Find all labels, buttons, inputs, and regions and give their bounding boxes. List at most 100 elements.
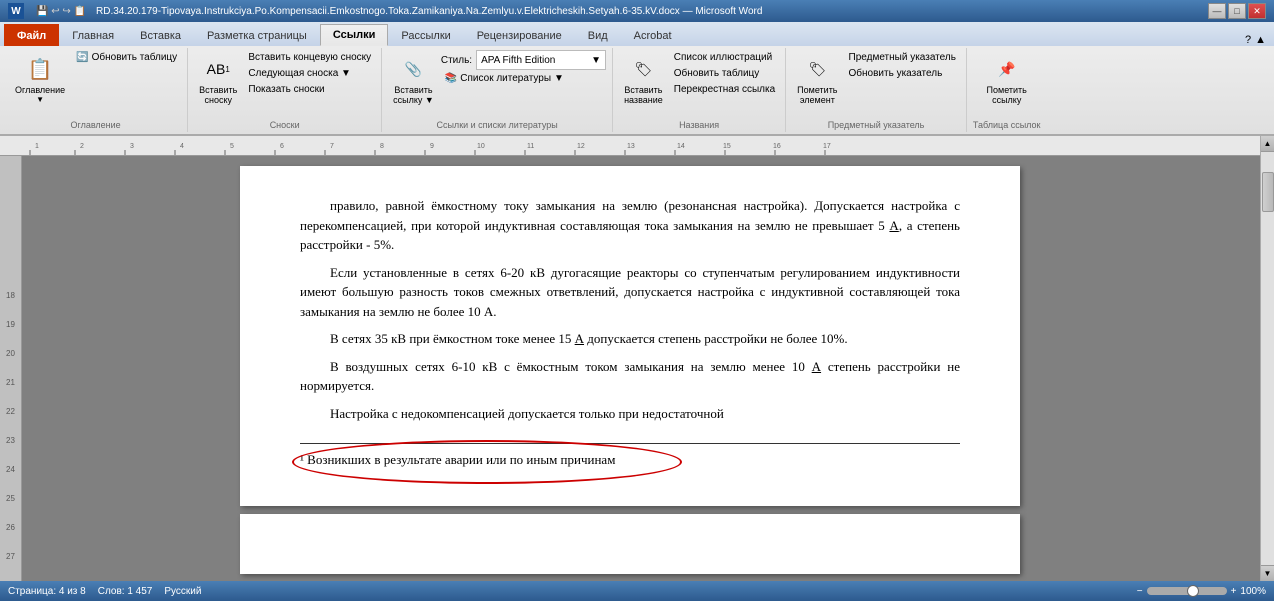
mark-citation-btn[interactable]: 📌 Пометитьссылку <box>982 50 1032 108</box>
center-content: 1 2 3 4 5 6 7 8 9 <box>0 136 1260 581</box>
zoom-level: 100% <box>1240 586 1266 597</box>
update-table-label: Обновить таблицу <box>92 52 178 63</box>
minimize-button[interactable]: — <box>1208 3 1226 19</box>
margin-num-23: 23 <box>6 436 15 445</box>
ribbon-group-toc: 📋 Оглавление ▼ 🔄 Обновить таблицу Оглавл… <box>4 48 188 132</box>
citations-group-content: 📎 Вставитьссылку ▼ Стиль: APA Fifth Edit… <box>388 50 606 118</box>
svg-text:4: 4 <box>180 143 184 150</box>
update-captions-label: Обновить таблицу <box>674 68 760 79</box>
cross-reference-label: Перекрестная ссылка <box>674 84 775 95</box>
title-text: RD.34.20.179-Tipovaya.Instrukciya.Po.Kom… <box>96 6 762 17</box>
style-dropdown[interactable]: APA Fifth Edition ▼ <box>476 50 606 70</box>
endnote-label: Вставить концевую сноску <box>248 52 371 63</box>
tab-review[interactable]: Рецензирование <box>464 24 575 46</box>
show-notes-btn[interactable]: Показать сноски <box>244 82 375 97</box>
svg-text:17: 17 <box>823 143 831 150</box>
scroll-down-button[interactable]: ▼ <box>1261 565 1274 581</box>
ribbon-group-citation-table: 📌 Пометитьссылку Таблица ссылок <box>967 48 1047 132</box>
mark-entry-btn[interactable]: 🏷 Пометитьэлемент <box>792 50 842 108</box>
margin-num-19: 19 <box>6 320 15 329</box>
svg-text:11: 11 <box>527 143 534 150</box>
mark-entry-icon: 🏷 <box>801 53 833 85</box>
scroll-thumb[interactable] <box>1262 172 1274 212</box>
citation-table-group-content: 📌 Пометитьссылку <box>982 50 1032 118</box>
ribbon-tabs: Файл Главная Вставка Разметка страницы С… <box>0 22 1274 46</box>
svg-text:5: 5 <box>230 143 234 150</box>
help-button[interactable]: ? <box>1245 34 1251 46</box>
zoom-slider[interactable] <box>1147 587 1227 595</box>
update-table-icon: 🔄 <box>76 52 88 63</box>
close-button[interactable]: ✕ <box>1248 3 1266 19</box>
insert-footnote-big-btn[interactable]: AB1 Вставитьсноску <box>194 50 242 108</box>
title-bar: W 💾 ↩ ↪ 📋 RD.34.20.179-Tipovaya.Instrukc… <box>0 0 1274 22</box>
update-table-btn[interactable]: 🔄 Обновить таблицу <box>72 50 181 65</box>
update-index-label: Обновить указатель <box>849 68 943 79</box>
margin-num-20: 20 <box>6 349 15 358</box>
bibliography-label: Список литературы <box>460 73 551 84</box>
zoom-out-button[interactable]: − <box>1137 586 1143 597</box>
maximize-button[interactable]: □ <box>1228 3 1246 19</box>
toc-dropdown-icon: ▼ <box>36 95 44 104</box>
subject-index-label: Предметный указатель <box>849 52 956 63</box>
ruler: 1 2 3 4 5 6 7 8 9 <box>0 136 1260 156</box>
svg-text:6: 6 <box>280 143 284 150</box>
mark-entry-label: Пометитьэлемент <box>797 85 837 105</box>
footnotes-group-content: AB1 Вставитьсноску Вставить концевую сно… <box>194 50 375 118</box>
captions-group-content: 🏷 Вставитьназвание Список иллюстраций Об… <box>619 50 779 118</box>
scroll-up-button[interactable]: ▲ <box>1261 136 1274 152</box>
insert-endnote-btn[interactable]: Вставить концевую сноску <box>244 50 375 65</box>
style-row: Стиль: APA Fifth Edition ▼ <box>441 50 606 70</box>
show-notes-label: Показать сноски <box>248 84 324 95</box>
footnotes-small-btns: Вставить концевую сноску Следующая сноск… <box>244 50 375 97</box>
para-3: В сетях 35 кВ при ёмкостном токе менее 1… <box>300 329 960 349</box>
tab-references[interactable]: Ссылки <box>320 24 389 46</box>
footnote-icon: AB1 <box>202 53 234 85</box>
title-bar-controls[interactable]: — □ ✕ <box>1208 3 1266 19</box>
svg-text:3: 3 <box>130 143 134 150</box>
zoom-thumb[interactable] <box>1187 585 1199 597</box>
ribbon-group-captions: 🏷 Вставитьназвание Список иллюстраций Об… <box>613 48 786 132</box>
tab-file[interactable]: Файл <box>4 24 59 46</box>
tab-page-layout[interactable]: Разметка страницы <box>194 24 320 46</box>
main-layout: 18 19 20 21 22 23 24 25 26 27 1 2 3 <box>0 136 1274 581</box>
captions-small-btns: Список иллюстраций Обновить таблицу Пере… <box>670 50 779 97</box>
svg-text:15: 15 <box>723 143 731 150</box>
style-dropdown-icon: ▼ <box>591 55 601 66</box>
next-footnote-btn[interactable]: Следующая сноска ▼ <box>244 66 375 81</box>
tab-home[interactable]: Главная <box>59 24 127 46</box>
tab-view[interactable]: Вид <box>575 24 621 46</box>
citations-group-label: Ссылки и списки литературы <box>436 118 557 130</box>
tab-acrobat[interactable]: Acrobat <box>621 24 685 46</box>
tab-mailings[interactable]: Рассылки <box>388 24 463 46</box>
document-page-2[interactable] <box>240 514 1020 574</box>
margin-num-18: 18 <box>6 291 15 300</box>
bibliography-btn[interactable]: 📚 Список литературы ▼ <box>441 71 606 86</box>
update-captions-table-btn[interactable]: Обновить таблицу <box>670 66 779 81</box>
index-group-content: 🏷 Пометитьэлемент Предметный указатель О… <box>792 50 960 118</box>
citations-small-btns: Стиль: APA Fifth Edition ▼ 📚 Список лите… <box>441 50 606 86</box>
zoom-in-button[interactable]: + <box>1231 586 1237 597</box>
toc-group-label: Оглавление <box>70 118 120 130</box>
status-bar: Страница: 4 из 8 Слов: 1 457 Русский − +… <box>0 581 1274 601</box>
cross-reference-btn[interactable]: Перекрестная ссылка <box>670 82 779 97</box>
document-page-1[interactable]: правило, равной ёмкостному току замыкани… <box>240 166 1020 506</box>
status-language: Русский <box>164 586 201 597</box>
index-group-label: Предметный указатель <box>828 118 925 130</box>
vertical-scrollbar[interactable]: ▲ ▼ <box>1260 136 1274 581</box>
svg-text:16: 16 <box>773 143 781 150</box>
svg-text:2: 2 <box>80 143 84 150</box>
ribbon-group-index: 🏷 Пометитьэлемент Предметный указатель О… <box>786 48 967 132</box>
insert-citation-btn[interactable]: 📎 Вставитьссылку ▼ <box>388 50 439 108</box>
pages-wrapper[interactable]: правило, равной ёмкостному току замыкани… <box>0 156 1260 581</box>
citation-table-group-label: Таблица ссылок <box>973 118 1041 130</box>
tab-insert[interactable]: Вставка <box>127 24 194 46</box>
update-index-btn[interactable]: Обновить указатель <box>845 66 960 81</box>
margin-num-25: 25 <box>6 494 15 503</box>
subject-index-btn[interactable]: Предметный указатель <box>845 50 960 65</box>
collapse-ribbon-button[interactable]: ▲ <box>1255 34 1266 46</box>
list-illustrations-btn[interactable]: Список иллюстраций <box>670 50 779 65</box>
toc-button[interactable]: 📋 Оглавление ▼ <box>10 50 70 107</box>
toc-group-content: 📋 Оглавление ▼ 🔄 Обновить таблицу <box>10 50 181 118</box>
svg-text:1: 1 <box>35 143 39 150</box>
insert-caption-btn[interactable]: 🏷 Вставитьназвание <box>619 50 668 108</box>
